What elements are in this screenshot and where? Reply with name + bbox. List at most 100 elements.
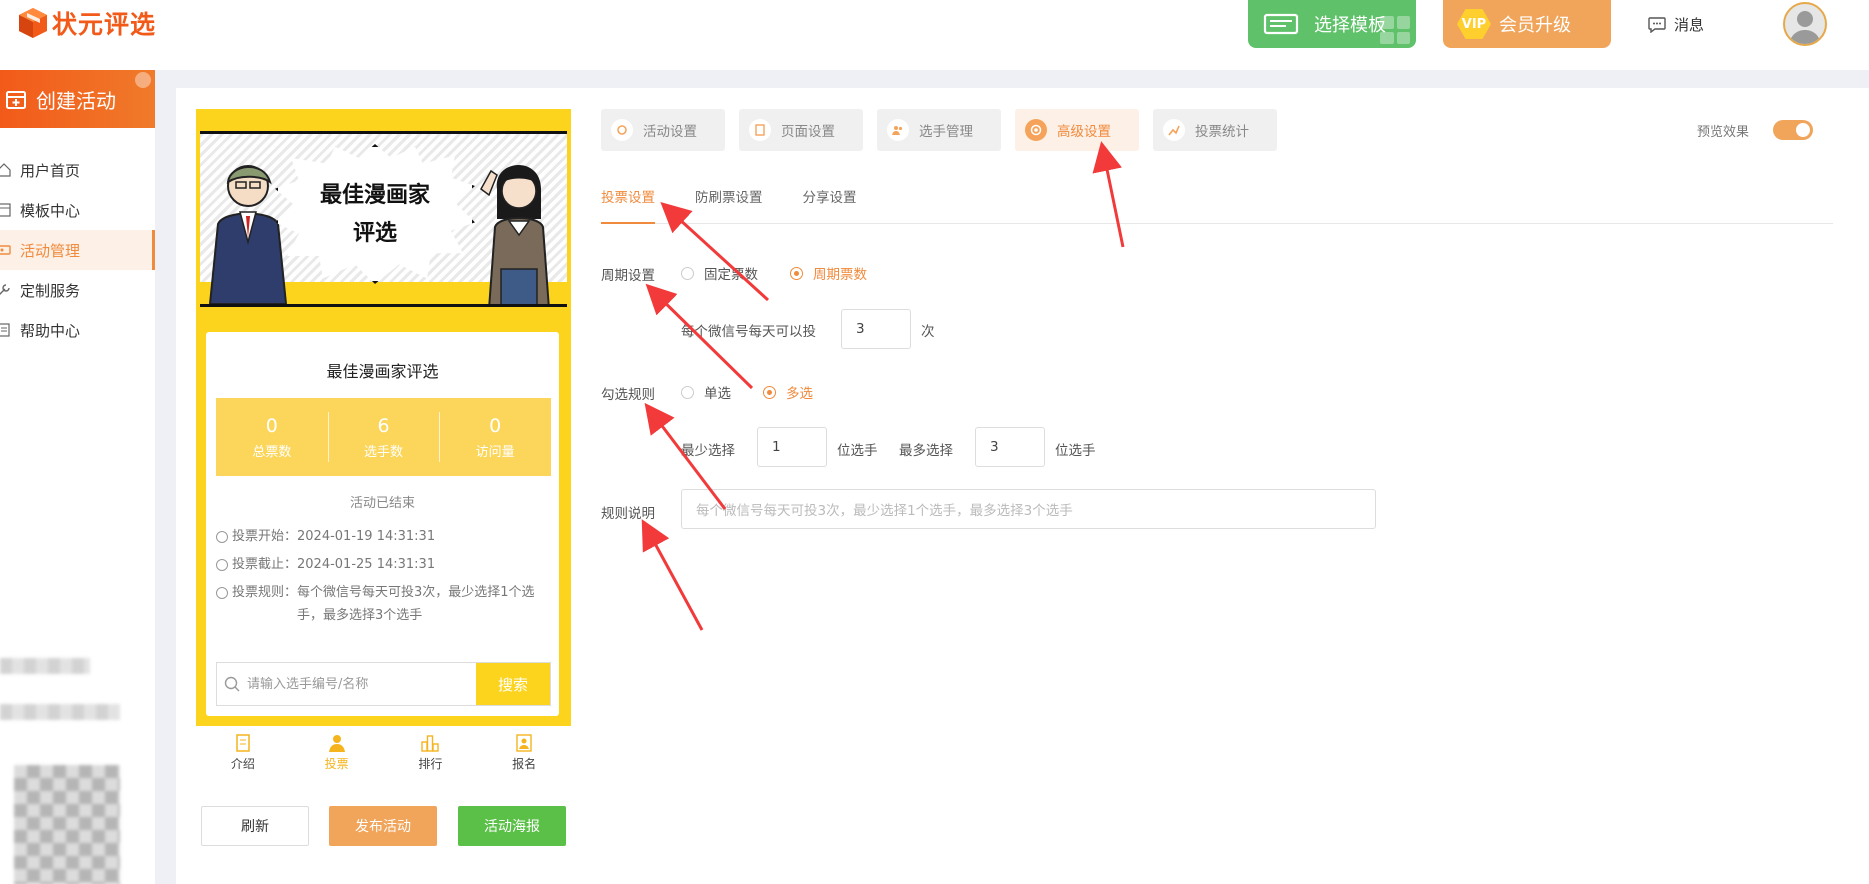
user-avatar[interactable]	[1783, 2, 1827, 46]
subtab-vote-settings[interactable]: 投票设置	[601, 184, 655, 224]
choose-template-button[interactable]: 选择模板	[1248, 0, 1416, 48]
activity-title: 最佳漫画家评选	[326, 362, 439, 381]
step-page-settings[interactable]: 页面设置	[739, 109, 863, 151]
search-input[interactable]	[247, 663, 476, 705]
vote-rule-line: 投票规则： 每个微信号每天可投3次，最少选择1个选手，最多选择3个选手	[216, 581, 542, 627]
activity-info-card: 最佳漫画家评选 0 总票数 6 选手数 0 访问量 活动已结束 投票开始： 20…	[206, 332, 559, 716]
chat-bubble-icon	[1648, 16, 1666, 33]
tab-intro[interactable]: 介绍	[196, 726, 290, 780]
stat-value: 0	[489, 414, 502, 437]
stats-icon	[1163, 119, 1185, 141]
logo-text: 状元评选	[52, 10, 157, 39]
vip-upgrade-button[interactable]: VIP 会员升级	[1443, 0, 1611, 48]
stat-value: 0	[265, 414, 278, 437]
sidebar-nav: 用户首页 模板中心 活动管理 定制服务 帮助中心	[0, 150, 155, 350]
step-advanced-settings[interactable]: 高级设置	[1015, 109, 1139, 151]
stat-label: 选手数	[364, 444, 404, 460]
preview-effect-toggle[interactable]	[1773, 120, 1813, 140]
vote-end-line: 投票截止： 2024-01-25 14:31:31	[216, 553, 435, 576]
vote-rule-value: 每个微信号每天可投3次，最少选择1个选手，最多选择3个选手	[297, 585, 535, 623]
refresh-button[interactable]: 刷新	[201, 806, 309, 846]
blurred-qr-label	[0, 704, 120, 720]
clock-icon	[216, 559, 228, 571]
stat-contestants: 6 选手数	[327, 398, 440, 476]
radio-circle	[681, 266, 694, 280]
activity-poster-button[interactable]: 活动海报	[458, 806, 566, 846]
activity-banner: 最佳漫画家 评选	[200, 131, 567, 307]
min-select-label: 最少选择	[681, 443, 735, 459]
signup-icon	[516, 734, 532, 752]
tab-signup[interactable]: 报名	[477, 726, 571, 780]
logo[interactable]: 状元评选	[18, 6, 156, 40]
sidebar-item-activity-management[interactable]: 活动管理	[0, 230, 155, 270]
cube-logo-icon	[19, 8, 47, 38]
podium-icon	[421, 735, 440, 752]
stat-value: 6	[377, 414, 390, 437]
sidebar-item-home[interactable]: 用户首页	[0, 150, 155, 190]
min-select-input[interactable]: 1	[757, 427, 827, 467]
sidebar-item-label: 活动管理	[20, 241, 81, 260]
stat-total-votes: 0 总票数	[216, 398, 328, 476]
radio-label: 多选	[786, 386, 813, 402]
radio-multi-select[interactable]: 多选	[763, 382, 813, 402]
info-icon	[216, 587, 228, 599]
sidebar-item-custom-service[interactable]: 定制服务	[0, 270, 155, 310]
rule-description-input[interactable]: 每个微信号每天可投3次，最少选择1个选手，最多选择3个选手	[681, 489, 1376, 529]
radio-fixed-votes[interactable]: 固定票数	[681, 263, 758, 283]
max-select-label: 最多选择	[899, 443, 953, 459]
subtab-share-settings[interactable]: 分享设置	[803, 184, 857, 224]
select-rule-label: 勾选规则	[601, 387, 655, 403]
cartoon-girl-illustration	[480, 164, 550, 304]
activity-status: 活动已结束	[349, 496, 415, 511]
stat-label: 访问量	[475, 444, 515, 460]
tab-label: 报名	[512, 757, 537, 771]
cycle-setting-label: 周期设置	[601, 268, 655, 284]
vote-rule-label: 投票规则：	[232, 585, 298, 600]
radio-circle	[790, 266, 803, 280]
messages-link[interactable]: 消息	[1648, 14, 1704, 35]
template-icon	[0, 202, 12, 218]
user-silhouette-icon	[1789, 11, 1821, 44]
settings-icon	[611, 119, 633, 141]
grid-decor-icon	[1380, 16, 1410, 44]
step-label: 选手管理	[919, 124, 973, 140]
sidebar: 创建活动 用户首页 模板中心 活动管理 定制服务 帮助中心	[0, 70, 155, 884]
vote-start-value: 2024-01-19 14:31:31	[297, 529, 436, 544]
document-icon	[236, 734, 250, 752]
blurred-qr-label	[0, 658, 90, 674]
top-bar: 状元评选 选择模板 VIP 会员升级 消息	[0, 0, 1869, 70]
template-icon	[1263, 13, 1299, 35]
banner-title-line1: 最佳漫画家	[319, 182, 430, 208]
publish-activity-button[interactable]: 发布活动	[329, 806, 437, 846]
radio-label: 单选	[704, 386, 731, 402]
add-calendar-icon	[6, 91, 26, 109]
sidebar-item-label: 帮助中心	[20, 321, 81, 340]
per-day-suffix: 次	[921, 324, 935, 340]
step-label: 投票统计	[1195, 124, 1249, 140]
choose-template-label: 选择模板	[1314, 15, 1386, 36]
vip-badge-icon: VIP	[1457, 9, 1491, 39]
sidebar-item-templates[interactable]: 模板中心	[0, 190, 155, 230]
stat-label: 总票数	[252, 444, 292, 460]
users-icon	[887, 119, 909, 141]
tab-ranking[interactable]: 排行	[384, 726, 478, 780]
search-button[interactable]: 搜索	[476, 663, 550, 705]
stats-bar: 0 总票数 6 选手数 0 访问量	[216, 398, 551, 476]
person-icon	[328, 735, 345, 752]
create-activity-button[interactable]: 创建活动	[0, 70, 155, 128]
radio-periodic-votes[interactable]: 周期票数	[790, 263, 867, 283]
sidebar-item-label: 用户首页	[20, 161, 81, 180]
tab-vote[interactable]: 投票	[290, 726, 384, 780]
blurred-qr-code	[14, 765, 120, 884]
tab-label: 投票	[324, 757, 349, 771]
per-day-votes-input[interactable]: 3	[841, 309, 911, 349]
step-contestant-management[interactable]: 选手管理	[877, 109, 1001, 151]
sidebar-item-help[interactable]: 帮助中心	[0, 310, 155, 350]
step-activity-settings[interactable]: 活动设置	[601, 109, 725, 151]
max-select-input[interactable]: 3	[975, 427, 1045, 467]
step-vote-statistics[interactable]: 投票统计	[1153, 109, 1277, 151]
step-label: 页面设置	[781, 124, 835, 140]
subtab-anti-fraud-settings[interactable]: 防刷票设置	[695, 184, 763, 224]
radio-single-select[interactable]: 单选	[681, 382, 731, 402]
help-doc-icon	[0, 322, 12, 338]
